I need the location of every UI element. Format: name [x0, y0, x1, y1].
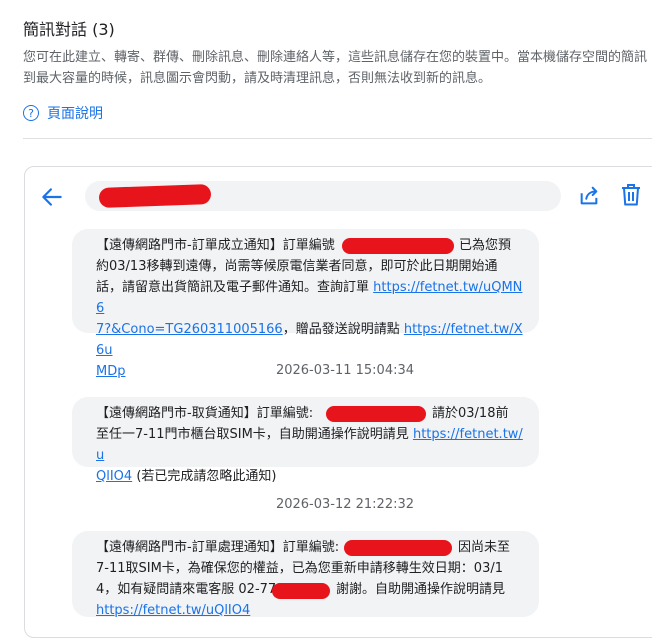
message-bubble: 【遠傳網路門市-訂單處理通知】訂單編號: 因尚未至 7-11取SIM卡，為確保您的… [72, 531, 539, 618]
help-circle-icon: ? [23, 105, 39, 121]
message-line: https://fetnet.tw/uQlIO4 [96, 600, 527, 621]
redacted-order-number [326, 406, 426, 422]
page-description: 您可在此建立、轉寄、群傳、刪除訊息、刪除連絡人等，這些訊息儲存在您的裝置中。當本… [23, 47, 652, 89]
activation-guide-link-cont[interactable]: QlIO4 [96, 469, 132, 484]
help-link-label: 頁面說明 [47, 106, 103, 122]
message-timestamp: 2026-03-12 21:22:32 [275, 497, 415, 512]
message-line: QlIO4 (若已完成請忽略此通知) [96, 469, 277, 484]
message-line: 【遠傳網路門市-訂單處理通知】訂單編號: 因尚未至 [96, 540, 511, 556]
back-arrow-icon[interactable] [39, 184, 65, 210]
message-line: 4，如有疑問請來電客服 02-7715 謝謝。自助開通操作說明請見 [96, 582, 506, 599]
message-line: 話，請留意出貨簡訊及電子郵件通知。查詢訂單 https://fetnet.tw/… [96, 280, 523, 316]
message-bubble: 【遠傳網路門市-訂單成立通知】訂單編號 已為您預 約03/13移轉到遠傳，尚需等候… [72, 229, 539, 379]
message-line: 7-11取SIM卡，為確保您的權益，已為您重新申請移轉生效日期：03/1 [96, 561, 503, 576]
help-link[interactable]: ? 頁面說明 [23, 103, 103, 123]
order-query-link-cont[interactable]: 7?&Cono=TG260311005166 [96, 322, 283, 337]
redacted-contact [98, 184, 212, 208]
conversation-toolbar [25, 167, 652, 227]
activation-guide-link[interactable]: https://fetnet.tw/uQlIO4 [96, 603, 250, 618]
header-divider [23, 138, 652, 139]
share-icon[interactable] [578, 185, 600, 207]
message-timestamp: 2026-03-11 15:04:34 [275, 363, 415, 378]
contact-address-bar [85, 181, 561, 211]
message-line: 約03/13移轉到遠傳，尚需等候原電信業者同意，即可於此日期開始通 [96, 259, 498, 274]
page-title: 簡訊對話 (3) [23, 20, 115, 39]
message-line: 至任一7-11門市櫃台取SIM卡，自助開通操作說明請見 https://fetn… [96, 427, 523, 463]
message-line: 【遠傳網路門市-訂單成立通知】訂單編號 已為您預 [96, 238, 512, 254]
redacted-order-number [344, 540, 452, 556]
message-line: 7?&Cono=TG260311005166，贈品發送說明請點 https://… [96, 322, 523, 358]
message-line: 【遠傳網路門市-取貨通知】訂單編號: 請於03/18前 [96, 406, 509, 422]
redacted-order-number [342, 238, 454, 254]
description-line-1: 您可在此建立、轉寄、群傳、刪除訊息、刪除連絡人等，這些訊息儲存在您的裝置中。當本… [23, 50, 648, 65]
message-bubble: 【遠傳網路門市-取貨通知】訂單編號: 請於03/18前 至任一7-11門市櫃台取S… [72, 397, 539, 484]
conversation-panel: 【遠傳網路門市-訂單成立通知】訂單編號 已為您預 約03/13移轉到遠傳，尚需等候… [24, 166, 652, 638]
trash-icon[interactable] [621, 184, 641, 206]
description-line-2: 到最大容量的時候，訊息圖示會閃動，請及時清理訊息，否則無法收到新的訊息。 [23, 71, 492, 86]
redacted-phone-number [272, 583, 330, 599]
